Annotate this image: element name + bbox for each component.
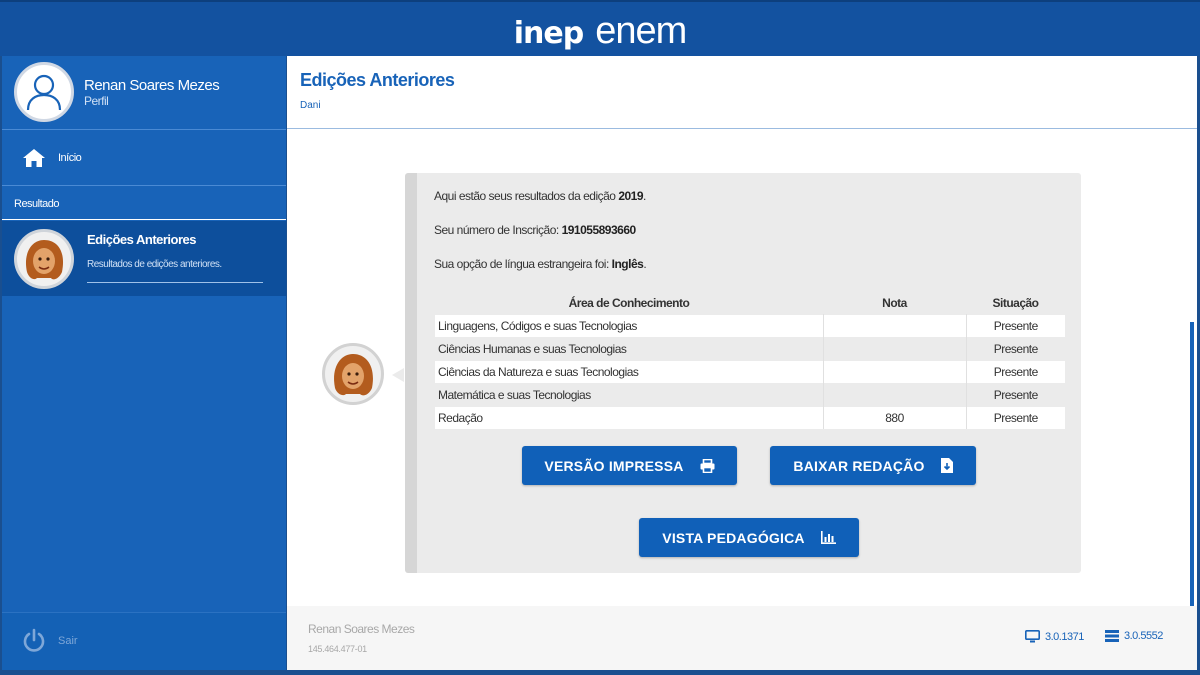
logout-label: Sair (58, 635, 78, 647)
cell-situacao: Presente (966, 382, 1065, 406)
top-bar: inep enem (0, 0, 1200, 56)
power-icon (23, 628, 45, 652)
monitor-icon (1025, 630, 1040, 643)
cell-situacao: Presente (966, 359, 1065, 383)
divider (87, 282, 263, 283)
cell-situacao: Presente (966, 336, 1065, 360)
server-icon (1105, 630, 1119, 642)
server-version: 3.0.5552 (1105, 630, 1163, 642)
results-table: Área de Conhecimento Nota Situação Lingu… (435, 292, 1065, 429)
table-row: Redação 880 Presente (435, 405, 1065, 429)
profile-link[interactable]: Perfil (84, 94, 109, 108)
table-row: Matemática e suas Tecnologias Presente (435, 382, 1065, 406)
results-card: Aqui estão seus resultados da edição 201… (405, 173, 1081, 573)
cell-situacao: Presente (966, 313, 1065, 337)
cell-nota: 880 (823, 405, 967, 429)
sidebar-item-previous-editions[interactable]: Edições Anteriores Resultados de edições… (2, 221, 286, 296)
mascot-thumbnail (14, 229, 74, 289)
cell-area: Linguagens, Códigos e suas Tecnologias (435, 313, 824, 337)
pedagogical-view-label: VISTA PEDAGÓGICA (662, 529, 805, 546)
sidebar: Renan Soares Mezes Perfil Início Resulta… (2, 56, 286, 670)
inscription-number: 191055893660 (561, 223, 637, 237)
client-version-value: 3.0.1371 (1045, 630, 1084, 643)
print-version-label: VERSÃO IMPRESSA (544, 457, 684, 474)
language-value: Inglês (611, 257, 644, 271)
cell-area: Ciências da Natureza e suas Tecnologias (435, 359, 824, 383)
edition-year: 2019 (618, 189, 644, 203)
download-file-icon (940, 458, 953, 473)
table-row: Linguagens, Códigos e suas Tecnologias P… (435, 313, 1065, 337)
print-icon (700, 458, 715, 473)
page-title: Edições Anteriores (300, 70, 455, 90)
sidebar-section-label: Resultado (2, 186, 286, 220)
client-version: 3.0.1371 (1025, 630, 1084, 643)
header-area: Área de Conhecimento (568, 295, 690, 310)
print-version-button[interactable]: VERSÃO IMPRESSA (522, 446, 737, 485)
sidebar-item-home[interactable]: Início (2, 130, 286, 186)
download-essay-button[interactable]: BAIXAR REDAÇÃO (770, 446, 976, 485)
logo-enem: enem (595, 10, 687, 52)
cell-nota (823, 313, 967, 337)
avatar[interactable] (14, 62, 74, 122)
mascot-avatar (322, 343, 384, 405)
main-content: Edições Anteriores Dani Aqui estão seus … (287, 56, 1197, 670)
footer-user-name: Renan Soares Mezes (308, 622, 415, 636)
language-line: Sua opção de língua estrangeira foi: Ing… (434, 257, 647, 271)
page-header: Edições Anteriores Dani (287, 56, 1197, 129)
server-version-value: 3.0.5552 (1124, 630, 1163, 642)
sidebar-item-description: Resultados de edições anteriores. (87, 259, 222, 270)
sidebar-item-home-label: Início (58, 152, 82, 164)
pedagogical-view-button[interactable]: VISTA PEDAGÓGICA (639, 518, 859, 557)
cell-area: Redação (435, 405, 824, 429)
inep-enem-logo: inep enem (0, 10, 1200, 53)
header-nota: Nota (882, 295, 907, 310)
inscription-line: Seu número de Inscrição: 191055893660 (434, 223, 636, 237)
edition-line: Aqui estão seus resultados da edição 201… (434, 189, 646, 203)
scrollbar[interactable] (1190, 322, 1194, 606)
table-row: Ciências Humanas e suas Tecnologias Pres… (435, 336, 1065, 360)
home-icon (23, 149, 45, 167)
user-icon (26, 74, 62, 111)
speech-bubble-tail (392, 368, 404, 382)
footer-user-id: 145.464.477-01 (308, 644, 367, 654)
sidebar-item-title: Edições Anteriores (87, 232, 197, 247)
profile-name: Renan Soares Mezes (84, 77, 220, 94)
header-situacao: Situação (992, 295, 1039, 310)
bar-chart-icon (820, 531, 836, 544)
download-essay-label: BAIXAR REDAÇÃO (793, 457, 925, 474)
profile-header[interactable]: Renan Soares Mezes Perfil (2, 56, 286, 130)
cell-situacao: Presente (966, 405, 1065, 429)
logo-inep: inep (513, 16, 584, 51)
page-subtitle: Dani (300, 100, 321, 111)
cell-nota (823, 359, 967, 383)
logout-button[interactable]: Sair (2, 612, 286, 670)
cell-area: Ciências Humanas e suas Tecnologias (435, 336, 824, 360)
table-row: Ciências da Natureza e suas Tecnologias … (435, 359, 1065, 383)
cell-nota (823, 336, 967, 360)
page-footer: Renan Soares Mezes 145.464.477-01 3.0.13… (287, 606, 1197, 670)
cell-area: Matemática e suas Tecnologias (435, 382, 824, 406)
cell-nota (823, 382, 967, 406)
